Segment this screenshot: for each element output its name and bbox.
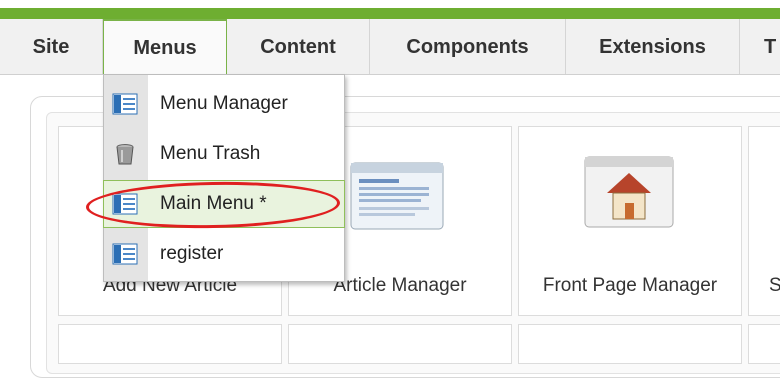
front-page-icon xyxy=(584,156,674,228)
dropdown-item-menu-manager[interactable]: Menu Manager xyxy=(104,81,344,127)
menu-tools[interactable]: T xyxy=(740,19,780,74)
main-menubar: Site Menus Content Components Extensions… xyxy=(0,19,780,75)
menu-components[interactable]: Components xyxy=(370,19,566,74)
menu-icon xyxy=(112,243,138,265)
quickicon-row2[interactable] xyxy=(518,324,742,364)
menus-dropdown: Menu Manager Menu Trash Main Menu * regi… xyxy=(103,74,345,282)
dropdown-item-register[interactable]: register xyxy=(104,231,344,277)
quickicon-row2[interactable] xyxy=(748,324,780,364)
menu-icon xyxy=(112,93,138,115)
menu-menus[interactable]: Menus xyxy=(103,19,227,74)
brand-accent-bar xyxy=(0,8,780,19)
trash-icon xyxy=(116,144,134,165)
dropdown-item-label: Menu Manager xyxy=(160,93,288,114)
dropdown-item-label: Menu Trash xyxy=(160,143,261,164)
article-manager-icon xyxy=(350,162,444,230)
quickicon-label: S xyxy=(769,275,780,296)
top-stripe xyxy=(0,0,780,19)
menu-site[interactable]: Site xyxy=(0,19,103,74)
quickicon-row2[interactable] xyxy=(58,324,282,364)
quickicon-front-page-manager[interactable]: Front Page Manager xyxy=(518,126,742,316)
quickicon-label: Front Page Manager xyxy=(542,275,718,296)
quickicon-section-manager[interactable]: S xyxy=(748,126,780,316)
dropdown-item-label: register xyxy=(160,243,224,264)
menu-extensions[interactable]: Extensions xyxy=(566,19,740,74)
dropdown-item-menu-trash[interactable]: Menu Trash xyxy=(104,131,344,177)
menu-content[interactable]: Content xyxy=(227,19,370,74)
quickicon-row2[interactable] xyxy=(288,324,512,364)
